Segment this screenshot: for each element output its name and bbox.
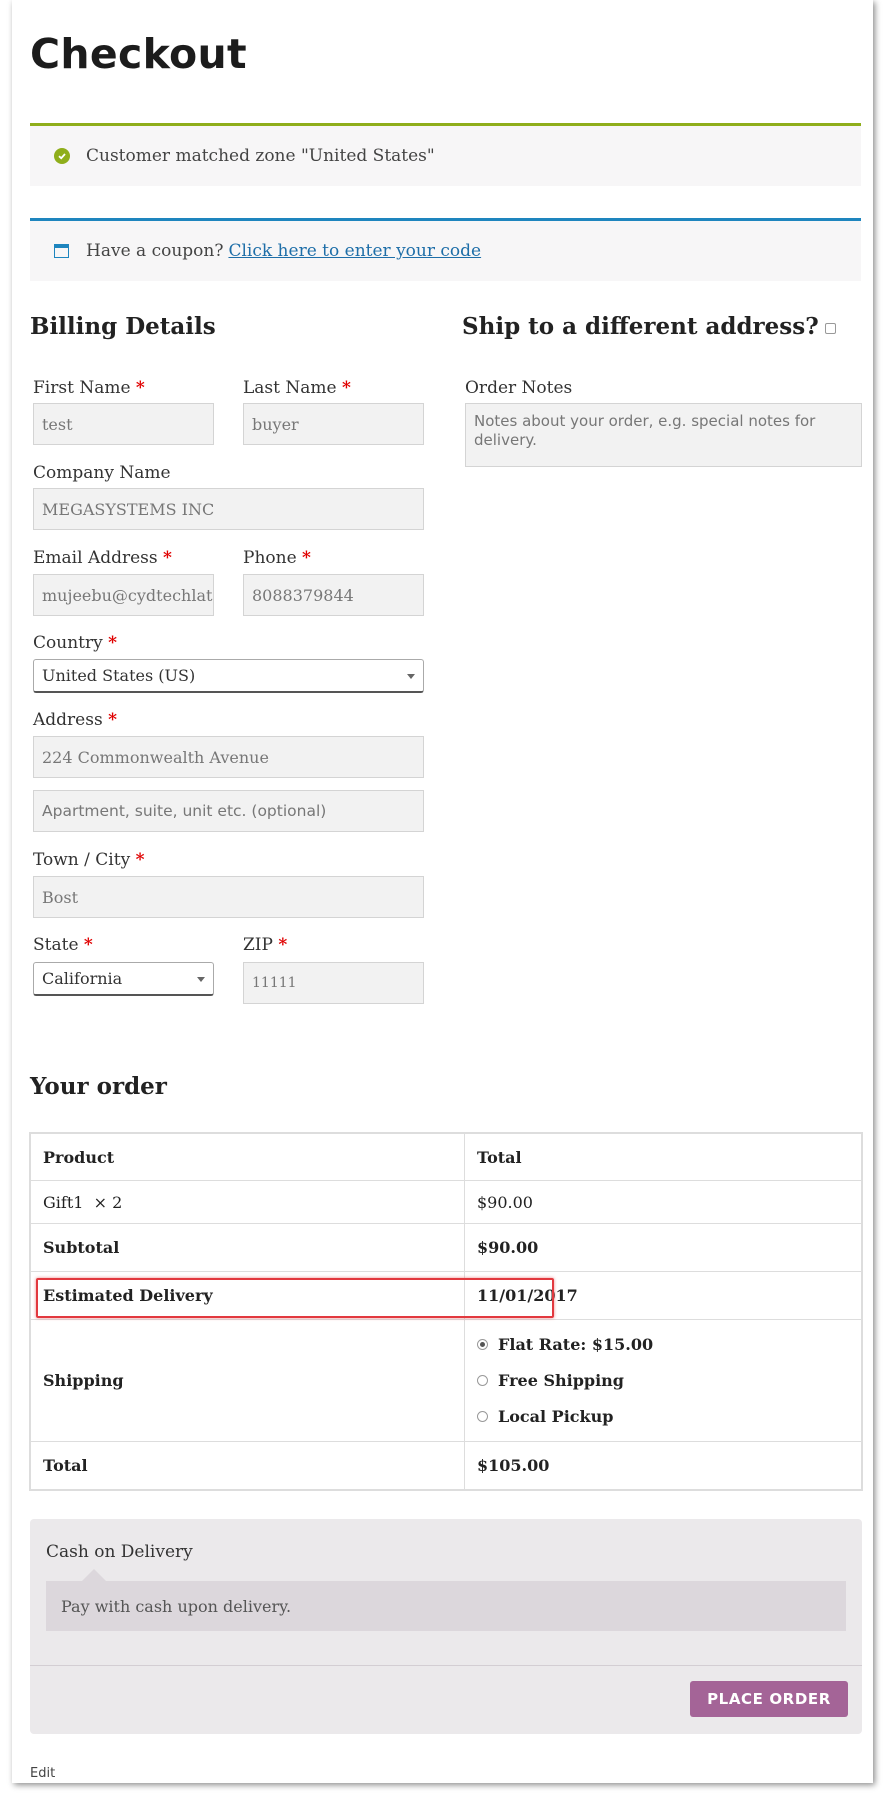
payment-description: Pay with cash upon delivery. [46, 1569, 846, 1631]
last-name-label: Last Name * [243, 378, 351, 398]
last-name-input[interactable]: buyer [243, 403, 424, 445]
estimated-delivery-label: Estimated Delivery [30, 1271, 465, 1320]
page-title: Checkout [30, 30, 247, 78]
radio[interactable] [477, 1375, 488, 1386]
page-frame: Checkout Customer matched zone "United S… [12, 0, 873, 1783]
table-row: Subtotal $90.00 [30, 1223, 862, 1272]
shipping-label: Shipping [30, 1319, 465, 1442]
city-label: Town / City * [33, 850, 145, 870]
first-name-input[interactable]: test [33, 403, 214, 445]
first-name-label: First Name * [33, 378, 145, 398]
state-value: California [42, 969, 123, 988]
shipping-option-free[interactable]: Free Shipping [477, 1363, 849, 1399]
total-column-header: Total [464, 1133, 862, 1181]
company-input[interactable]: MEGASYSTEMS INC [33, 488, 424, 530]
table-row: Gift1 × 2 $90.00 [30, 1180, 862, 1224]
zone-notice: Customer matched zone "United States" [30, 123, 861, 186]
shipping-options: Flat Rate: $15.00 Free Shipping Local Pi… [464, 1319, 862, 1442]
address-line2-input[interactable]: Apartment, suite, unit etc. (optional) [33, 790, 424, 832]
address-label: Address * [33, 710, 117, 730]
check-circle-icon [54, 148, 70, 164]
ship-different-heading: Ship to a different address? [462, 313, 819, 340]
chevron-down-icon [197, 977, 205, 982]
zip-input[interactable]: 11111 [243, 962, 424, 1004]
phone-label: Phone * [243, 548, 311, 568]
calendar-icon [54, 244, 69, 258]
phone-input[interactable]: 8088379844 [243, 574, 424, 616]
city-input[interactable]: Bost [33, 876, 424, 918]
state-label: State * [33, 935, 93, 955]
payment-box: Cash on Delivery Pay with cash upon deli… [30, 1519, 862, 1734]
order-heading: Your order [30, 1073, 167, 1100]
total-value: $105.00 [464, 1441, 862, 1490]
place-order-button[interactable]: PLACE ORDER [690, 1681, 848, 1717]
item-name: Gift1 [43, 1192, 84, 1212]
shipping-option-flat-rate[interactable]: Flat Rate: $15.00 [477, 1327, 849, 1363]
order-table: Product Total Gift1 × 2 $90.00 Subtotal … [30, 1133, 862, 1490]
coupon-prompt: Have a coupon? [86, 241, 224, 261]
item-quantity: × 2 [93, 1192, 123, 1212]
address-line1-input[interactable]: 224 Commonwealth Avenue [33, 736, 424, 778]
edit-link[interactable]: Edit [30, 1766, 55, 1781]
country-value: United States (US) [42, 666, 196, 685]
email-input[interactable]: mujeebu@cydtechlat [33, 574, 214, 616]
estimated-delivery-value: 11/01/2017 [464, 1271, 862, 1320]
subtotal-label: Subtotal [30, 1223, 465, 1272]
table-row: Total $105.00 [30, 1441, 862, 1490]
enter-coupon-link[interactable]: Click here to enter your code [228, 241, 481, 261]
order-notes-textarea[interactable]: Notes about your order, e.g. special not… [465, 403, 862, 467]
zone-message: Customer matched zone "United States" [86, 146, 435, 166]
payment-method-label[interactable]: Cash on Delivery [46, 1542, 193, 1562]
order-notes-label: Order Notes [465, 378, 573, 398]
ship-different-checkbox[interactable] [824, 323, 836, 334]
table-row: Shipping Flat Rate: $15.00 Free Shipping… [30, 1319, 862, 1442]
radio[interactable] [477, 1411, 488, 1422]
email-label: Email Address * [33, 548, 172, 568]
chevron-down-icon [407, 674, 415, 679]
total-label: Total [30, 1441, 465, 1490]
radio-selected[interactable] [477, 1339, 488, 1350]
company-label: Company Name [33, 463, 171, 483]
zip-label: ZIP * [243, 935, 288, 955]
shipping-option-local-pickup[interactable]: Local Pickup [477, 1399, 849, 1435]
product-column-header: Product [30, 1133, 465, 1181]
item-total: $90.00 [464, 1180, 862, 1224]
coupon-notice: Have a coupon? Click here to enter your … [30, 218, 861, 281]
state-select[interactable]: California [33, 962, 214, 996]
subtotal-value: $90.00 [464, 1223, 862, 1272]
item-cell: Gift1 × 2 [30, 1180, 465, 1224]
billing-heading: Billing Details [30, 313, 216, 340]
table-row: Estimated Delivery 11/01/2017 [30, 1271, 862, 1320]
country-select[interactable]: United States (US) [33, 659, 424, 693]
country-label: Country * [33, 633, 117, 653]
ship-different-row: Ship to a different address? [462, 313, 836, 340]
divider [30, 1665, 862, 1666]
